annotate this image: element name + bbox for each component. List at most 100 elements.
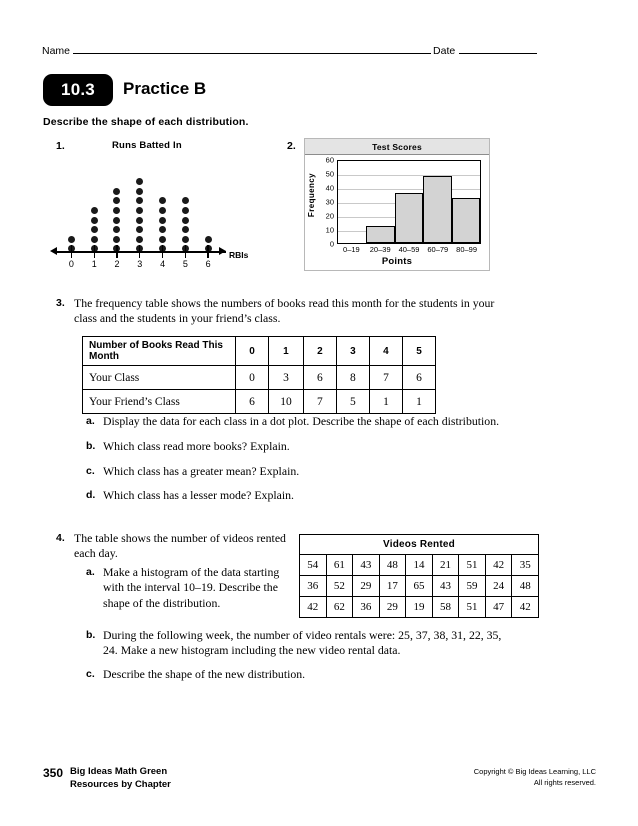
problem-4b-text: During the following week, the number of… bbox=[103, 628, 502, 658]
problem-3-parts: a. Display the data for each class in a d… bbox=[86, 414, 506, 513]
problem-4c-text: Describe the shape of the new distributi… bbox=[103, 667, 306, 681]
videos-rented-cell: 51 bbox=[458, 596, 486, 618]
frequency-table-cell: 7 bbox=[302, 389, 337, 414]
histogram-x-tick-label: 80–99 bbox=[456, 245, 478, 254]
histogram-bar bbox=[366, 226, 395, 243]
date-write-line bbox=[459, 44, 538, 54]
videos-rented-cell: 35 bbox=[511, 554, 539, 576]
frequency-table-row-label: Your Class bbox=[82, 365, 236, 390]
histogram-bars bbox=[338, 161, 481, 243]
frequency-table-column-header: 4 bbox=[368, 336, 403, 366]
problem-2-number: 2. bbox=[287, 140, 296, 152]
histogram-y-tick-label: 0 bbox=[329, 239, 334, 249]
lesson-number-badge: 10.3 bbox=[43, 74, 113, 106]
frequency-table-column-header: 2 bbox=[302, 336, 337, 366]
dot-plot-columns bbox=[60, 155, 220, 255]
name-date-line: Name Date bbox=[42, 44, 542, 57]
dot-plot-dot bbox=[204, 235, 212, 243]
axis-tick bbox=[83, 245, 106, 258]
histogram-title: Test Scores bbox=[305, 139, 489, 155]
histogram-bar-cell bbox=[423, 161, 452, 243]
videos-rented-cell: 65 bbox=[405, 575, 433, 597]
videos-rented-cell: 51 bbox=[458, 554, 486, 576]
histogram-bar-cell bbox=[394, 161, 424, 243]
footer-copyright: Copyright © Big Ideas Learning, LLC All … bbox=[474, 767, 596, 789]
videos-rented-cell: 59 bbox=[458, 575, 486, 597]
dot-plot-dot bbox=[159, 235, 167, 243]
histogram-x-axis-labels: 0–19 20–39 40–59 60–79 80–99 bbox=[337, 245, 481, 254]
videos-rented-cell: 43 bbox=[431, 575, 460, 597]
frequency-table-header-label: Number of Books Read This Month bbox=[82, 336, 236, 366]
table-header-row: Number of Books Read This Month 012345 bbox=[82, 336, 437, 366]
table-row: 54 61 43 48 14 21 51 42 35 bbox=[299, 554, 539, 576]
histogram-bar-cell bbox=[366, 161, 395, 243]
histogram-y-axis-ticks: 0 10 20 30 40 50 60 bbox=[318, 155, 335, 249]
videos-rented-cell: 17 bbox=[378, 575, 407, 597]
histogram-x-tick-label: 20–39 bbox=[369, 245, 391, 254]
problem-4-number: 4. bbox=[56, 532, 65, 544]
axis-tick-label: 4 bbox=[160, 259, 166, 269]
frequency-table-column-header: 5 bbox=[401, 336, 437, 366]
histogram-y-axis-title: Frequency bbox=[307, 173, 316, 218]
dot-plot-dot bbox=[159, 226, 167, 234]
frequency-table-cell: 7 bbox=[368, 365, 403, 390]
videos-rented-cell: 54 bbox=[299, 554, 327, 576]
dot-plot-dot bbox=[136, 197, 144, 205]
videos-rented-cell: 29 bbox=[352, 575, 380, 597]
dot-plot-dot bbox=[136, 216, 144, 224]
dot-plot-dot bbox=[136, 235, 144, 243]
videos-rented-cell: 29 bbox=[378, 596, 407, 618]
frequency-table-row-label: Your Friend’s Class bbox=[82, 389, 236, 414]
histogram-y-tick-label: 40 bbox=[325, 183, 334, 193]
histogram-y-tick-label: 50 bbox=[325, 169, 334, 179]
videos-rented-table: Videos Rented 54 61 43 48 14 21 51 42 35 36 52 29 17… bbox=[299, 534, 539, 618]
videos-rented-header-row: Videos Rented bbox=[299, 534, 539, 555]
axis-tick-label: 5 bbox=[182, 259, 188, 269]
problem-3: 3. The frequency table shows the numbers… bbox=[56, 296, 516, 327]
dot-plot-dot bbox=[181, 207, 189, 215]
dot-plot-dot bbox=[90, 226, 98, 234]
histogram-x-tick-label: 60–79 bbox=[427, 245, 449, 254]
dot-plot-dot bbox=[181, 197, 189, 205]
axis-tick-label: 0 bbox=[68, 259, 74, 269]
axis-tick bbox=[197, 245, 220, 258]
histogram-x-tick-label: 40–59 bbox=[398, 245, 420, 254]
histogram-bar bbox=[423, 175, 452, 243]
problem-4-part-a: a. Make a histogram of the data starting… bbox=[86, 565, 291, 620]
histogram-bar-cell bbox=[338, 161, 366, 243]
videos-rented-cell: 48 bbox=[511, 575, 539, 597]
problem-4: 4. The table shows the number of videos … bbox=[56, 531, 296, 562]
footer-book-info: Big Ideas Math Green Resources by Chapte… bbox=[70, 766, 171, 792]
dot-plot-dot bbox=[113, 226, 121, 234]
frequency-table-column-header: 3 bbox=[335, 336, 370, 366]
axis-tick bbox=[128, 245, 151, 258]
frequency-table-cell: 3 bbox=[268, 365, 304, 390]
videos-rented-cell: 62 bbox=[325, 596, 354, 618]
histogram-y-tick-label: 30 bbox=[325, 197, 334, 207]
problem-3-number: 3. bbox=[56, 297, 65, 309]
dot-plot-dot bbox=[136, 187, 144, 195]
videos-rented-cell: 52 bbox=[325, 575, 354, 597]
problem-4b-letter: b. bbox=[86, 629, 96, 641]
problem-4c-letter: c. bbox=[86, 668, 95, 680]
dot-plot-x-axis-title: RBIs bbox=[229, 250, 249, 260]
dot-plot-dot bbox=[90, 207, 98, 215]
frequency-table-cell: 5 bbox=[335, 389, 370, 414]
histogram-bar-cell bbox=[451, 161, 481, 243]
histogram-y-tick-label: 60 bbox=[325, 155, 334, 165]
problem-4-text: The table shows the number of videos ren… bbox=[74, 531, 286, 561]
page-title: Practice B bbox=[123, 79, 207, 98]
videos-rented-cell: 42 bbox=[484, 554, 513, 576]
frequency-table-body: Your Class 0 3 6 8 7 6 Your Friend’s Class 6 10 7 5… bbox=[82, 365, 437, 414]
frequency-table-cell: 0 bbox=[234, 365, 270, 390]
table-row: 42 62 36 29 19 58 51 47 42 bbox=[299, 596, 539, 618]
part-letter: a. bbox=[86, 415, 95, 427]
part-text: Which class has a lesser mode? Explain. bbox=[103, 488, 294, 503]
histogram-x-axis-title: Points bbox=[381, 256, 413, 267]
dot-plot-column bbox=[128, 178, 151, 255]
histogram-y-tick-label: 10 bbox=[325, 225, 334, 235]
videos-rented-cell: 42 bbox=[511, 596, 539, 618]
dot-plot-dot bbox=[159, 197, 167, 205]
frequency-table-cell: 6 bbox=[401, 365, 437, 390]
dot-plot-title: Runs Batted In bbox=[112, 140, 182, 151]
